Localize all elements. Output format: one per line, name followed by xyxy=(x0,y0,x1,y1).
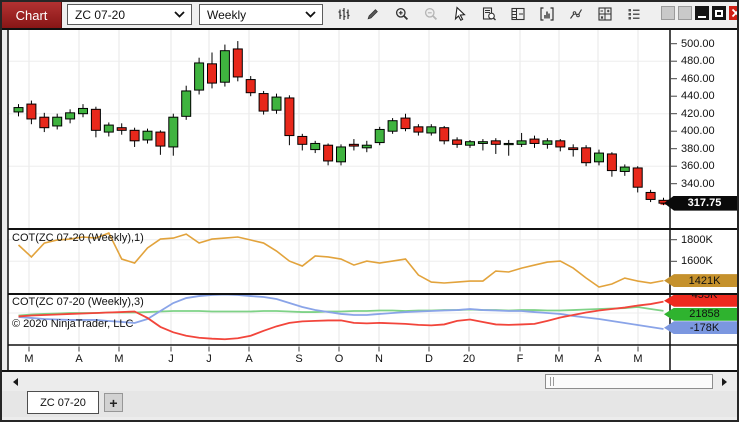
chevron-down-icon xyxy=(174,11,185,18)
minimize-button[interactable] xyxy=(695,6,709,20)
cursor-icon xyxy=(452,6,468,22)
chart-window: Chart ZC 07-20 Weekly COT(ZC 07-20 (Week… xyxy=(0,0,739,422)
chart-plot-area[interactable] xyxy=(8,30,670,345)
toolbar-icons xyxy=(333,3,645,27)
instrument-dropdown[interactable]: ZC 07-20 xyxy=(67,4,192,25)
scroll-left-icon xyxy=(13,378,18,386)
interval-dropdown[interactable]: Weekly xyxy=(199,4,323,25)
window-controls xyxy=(661,6,739,20)
titlebar-separator xyxy=(0,28,739,30)
instrument-value: ZC 07-20 xyxy=(68,8,174,22)
time-axis[interactable] xyxy=(8,346,670,371)
close-button[interactable] xyxy=(729,6,739,20)
cursor-button[interactable] xyxy=(449,3,471,25)
chart-style-icon xyxy=(336,6,352,22)
title-bar: Chart ZC 07-20 Weekly xyxy=(0,0,739,28)
zoom-in-icon xyxy=(394,6,410,22)
zoom-out-icon xyxy=(423,6,439,22)
strategies-button[interactable] xyxy=(594,3,616,25)
scroll-right-icon xyxy=(722,378,727,386)
indicators-button[interactable] xyxy=(536,3,558,25)
data-box-button[interactable] xyxy=(478,3,500,25)
scroll-right-button[interactable] xyxy=(717,374,732,389)
inactive-button-2[interactable] xyxy=(678,6,692,20)
draw-line-button[interactable] xyxy=(565,3,587,25)
chart-trader-icon xyxy=(510,6,526,22)
pencil-button[interactable] xyxy=(362,3,384,25)
inactive-button-1[interactable] xyxy=(661,6,675,20)
interval-value: Weekly xyxy=(200,8,305,22)
draw-line-icon xyxy=(568,6,584,22)
chevron-down-icon xyxy=(305,11,316,18)
chart-style-button[interactable] xyxy=(333,3,355,25)
maximize-icon xyxy=(715,10,723,17)
maximize-button[interactable] xyxy=(712,6,726,20)
strategies-icon xyxy=(597,6,613,22)
zoom-in-button[interactable] xyxy=(391,3,413,25)
properties-icon xyxy=(626,6,642,22)
minimize-icon xyxy=(698,16,706,18)
thumb-grip xyxy=(550,377,551,386)
data-box-icon xyxy=(481,6,497,22)
add-tab-button[interactable]: + xyxy=(104,393,123,412)
chart-trader-button[interactable] xyxy=(507,3,529,25)
window-title-tab[interactable]: Chart xyxy=(2,2,62,28)
indicators-icon xyxy=(539,6,555,22)
thumb-grip xyxy=(553,377,554,386)
scrollbar-thumb[interactable] xyxy=(545,374,713,389)
zoom-out-button[interactable] xyxy=(420,3,442,25)
price-axis[interactable] xyxy=(670,30,737,371)
close-icon xyxy=(731,8,739,18)
pencil-icon xyxy=(365,6,381,22)
tab-zc-07-20[interactable]: ZC 07-20 xyxy=(27,391,99,414)
properties-button[interactable] xyxy=(623,3,645,25)
scroll-left-button[interactable] xyxy=(8,374,23,389)
